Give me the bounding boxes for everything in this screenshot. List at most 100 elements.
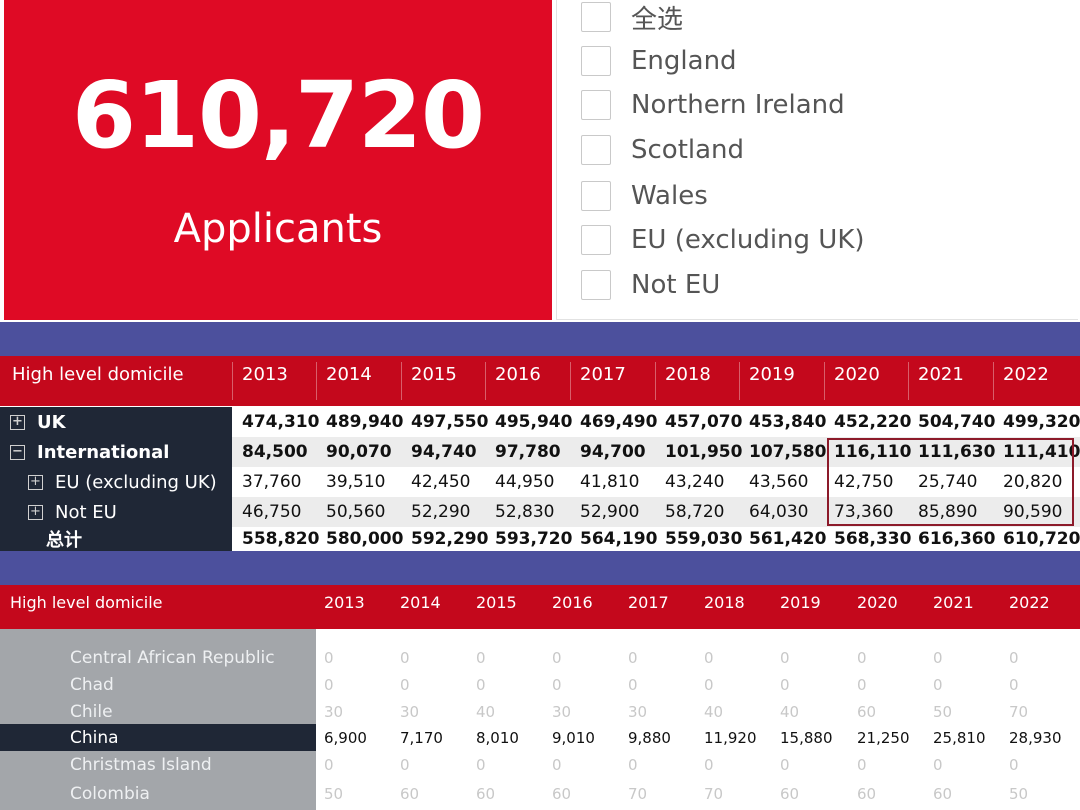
table-cell: 70 [704,785,724,803]
table-cell: 0 [704,675,714,694]
table-row[interactable]: Chile 30 30 40 30 30 40 40 60 50 70 [0,698,1080,725]
table-cell: 0 [476,675,486,694]
table-cell: 0 [704,648,714,667]
expand-icon[interactable]: + [28,474,43,490]
column-header: 2014 [400,593,441,612]
table-cell: 37,760 [242,472,302,492]
table-cell: 469,490 [580,412,658,432]
table-cell: 52,290 [411,502,471,522]
table-cell: 60 [780,785,800,803]
row-header: − International [0,437,232,467]
filter-option-label: 全选 [631,4,684,35]
filter-option[interactable]: England [581,41,737,81]
table-cell: 592,290 [411,529,489,549]
table-cell: 90,070 [326,442,392,462]
filter-option-label: Scotland [631,135,745,165]
table-cell: 616,360 [918,529,996,549]
table-cell: 0 [552,648,562,667]
table-cell: 0 [933,755,943,774]
filter-option[interactable]: 全选 [581,0,683,37]
table-cell: 580,000 [326,529,404,549]
table-cell: 40 [780,702,800,721]
table-cell: 0 [857,675,867,694]
checkbox[interactable] [581,181,611,211]
row-header: 总计 [0,527,232,551]
table-row[interactable]: 总计 558,820 580,000 592,290 593,720 564,190 559… [0,527,1080,551]
checkbox[interactable] [581,225,611,255]
table-row[interactable]: China 6,900 7,170 8,010 9,010 9,880 11,920 15,8… [0,724,1080,751]
column-header: 2013 [324,593,365,612]
expand-icon[interactable]: + [28,504,43,520]
row-label: Colombia [0,778,316,810]
section-divider [0,551,1080,585]
table-cell: 30 [552,702,572,721]
checkbox[interactable] [581,270,611,300]
column-separator [739,362,740,400]
table-row[interactable]: Colombia 50 60 60 60 70 70 60 60 60 50 [0,778,1080,810]
table-cell: 11,920 [704,728,757,747]
filter-option[interactable]: Scotland [581,130,744,170]
collapse-icon[interactable]: − [10,444,25,460]
column-header: 2022 [1009,593,1050,612]
table-cell: 457,070 [665,412,743,432]
table-cell: 97,780 [495,442,561,462]
column-header: 2016 [552,593,593,612]
highlight-box [827,438,1074,526]
filter-option-label: England [631,46,737,76]
table-cell: 52,900 [580,502,640,522]
checkbox[interactable] [581,2,611,32]
table-cell: 43,240 [665,472,725,492]
row-label: UK [37,411,66,433]
table-cell: 44,950 [495,472,555,492]
column-header: 2020 [834,364,880,385]
kpi-label: Applicants [173,206,383,252]
column-header: 2021 [933,593,974,612]
filter-option[interactable]: Not EU [581,265,720,305]
filter-option[interactable]: Wales [581,176,708,216]
table-cell: 0 [933,648,943,667]
column-header: 2019 [749,364,795,385]
table-row[interactable]: + UK 474,310 489,940 497,550 495,940 469,490 45… [0,407,1080,437]
table-header: High level domicile 2013 2014 2015 2016 2017 2… [0,356,1080,406]
table-cell: 474,310 [242,412,320,432]
table-cell: 9,880 [628,728,671,747]
table-row[interactable]: Chad 0 0 0 0 0 0 0 0 0 0 [0,671,1080,698]
domicile-filter-slicer: 全选 England Northern Ireland Scotland Wales EU… [556,0,1078,320]
column-header: 2018 [665,364,711,385]
expand-icon[interactable]: + [10,414,25,430]
table-cell: 0 [857,648,867,667]
table-cell: 107,580 [749,442,827,462]
column-header: 2015 [411,364,457,385]
table-cell: 7,170 [400,728,443,747]
table-header: High level domicile 2013 2014 2015 2016 2017 2… [0,585,1080,629]
table-cell: 58,720 [665,502,725,522]
column-header: 2020 [857,593,898,612]
table-cell: 0 [476,755,486,774]
table-cell: 28,930 [1009,728,1062,747]
table-cell: 0 [400,755,410,774]
table-cell: 46,750 [242,502,302,522]
filter-option[interactable]: Northern Ireland [581,85,845,125]
table-cell: 41,810 [580,472,640,492]
table-cell: 558,820 [242,529,320,549]
table-cell: 70 [628,785,648,803]
filter-option[interactable]: EU (excluding UK) [581,220,865,260]
column-header: High level domicile [12,364,184,385]
table-row[interactable]: Central African Republic 0 0 0 0 0 0 0 0 0 0 [0,644,1080,671]
column-separator [824,362,825,400]
table-cell: 0 [324,755,334,774]
checkbox[interactable] [581,46,611,76]
table-cell: 42,450 [411,472,471,492]
applicants-kpi-card: 610,720 Applicants [4,0,552,320]
checkbox[interactable] [581,90,611,120]
column-separator [401,362,402,400]
checkbox[interactable] [581,135,611,165]
table-cell: 52,830 [495,502,555,522]
table-cell: 50 [933,702,953,721]
table-cell: 50,560 [326,502,386,522]
table-row[interactable]: Christmas Island 0 0 0 0 0 0 0 0 0 0 [0,751,1080,778]
filter-option-label: Wales [631,181,708,211]
table-cell: 60 [857,785,877,803]
row-label: Chad [0,671,316,698]
table-cell: 30 [628,702,648,721]
